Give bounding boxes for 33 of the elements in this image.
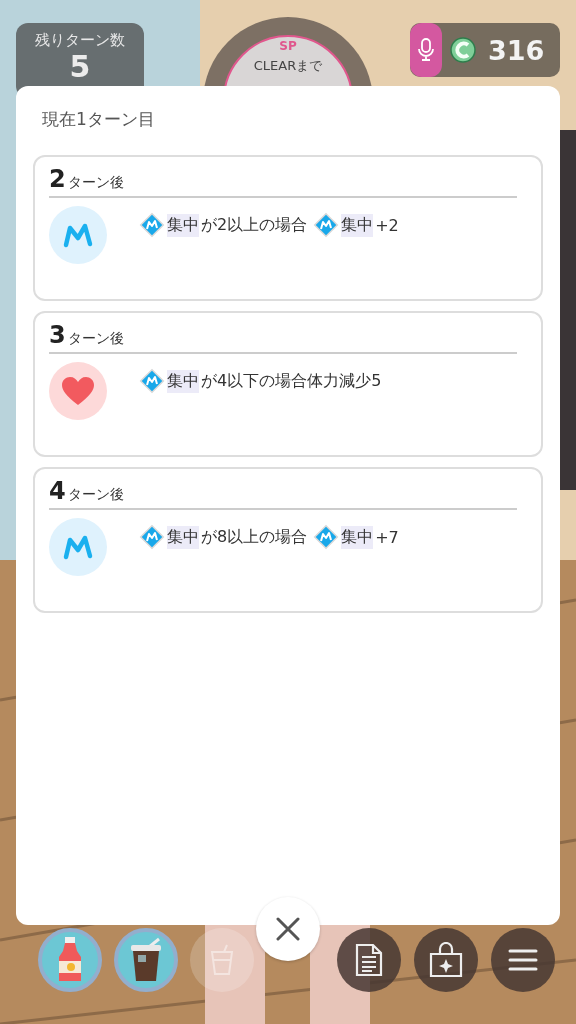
turn-suffix: ターン後 bbox=[67, 486, 124, 504]
iced-coffee-icon bbox=[129, 937, 163, 983]
coin-icon bbox=[450, 37, 476, 63]
effect-text: が8以上の場合 bbox=[201, 526, 308, 548]
keyword-chip: 集中 bbox=[341, 525, 374, 549]
effect-text: が4以下の場合体力減少5 bbox=[201, 370, 382, 392]
effect-text: が2以上の場合 bbox=[201, 214, 308, 236]
turn-suffix: ターン後 bbox=[67, 174, 124, 192]
heart-icon bbox=[61, 376, 95, 406]
keyword-chip: 集中 bbox=[167, 369, 199, 393]
bottle-icon bbox=[57, 937, 83, 983]
keyword-chip: 集中 bbox=[341, 213, 374, 237]
turn-number: 3 bbox=[49, 321, 66, 349]
microphone-button[interactable] bbox=[410, 23, 442, 77]
keyword-chip: 集中 bbox=[167, 213, 199, 237]
dialog-title: 現在1ターン目 bbox=[42, 108, 156, 131]
effect-text: +2 bbox=[375, 215, 399, 235]
menu-icon bbox=[508, 948, 538, 972]
currency-amount: 316 bbox=[488, 34, 545, 66]
microphone-icon bbox=[418, 38, 434, 62]
turns-left-value: 5 bbox=[69, 50, 91, 83]
cup-icon bbox=[209, 944, 235, 976]
document-icon bbox=[355, 943, 383, 977]
turn-suffix: ターン後 bbox=[67, 330, 124, 348]
goal-label: CLEARまで bbox=[253, 57, 323, 75]
sp-label: SP bbox=[279, 39, 297, 53]
keyword-chip: 集中 bbox=[167, 525, 199, 549]
turns-left-label: 残りターン数 bbox=[35, 31, 125, 50]
effect-text: +7 bbox=[375, 527, 399, 547]
close-icon bbox=[276, 917, 300, 941]
shopping-bag-icon bbox=[429, 942, 463, 978]
turn-number: 2 bbox=[49, 165, 66, 193]
turn-number: 4 bbox=[49, 477, 66, 505]
